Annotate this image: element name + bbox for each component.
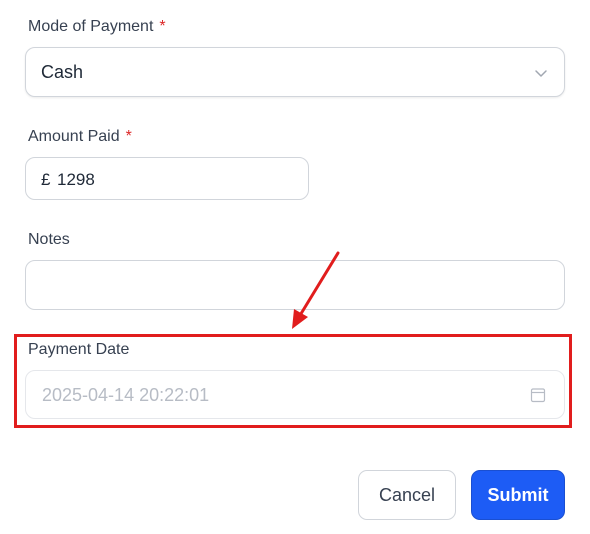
required-indicator: * [159, 18, 166, 35]
amount-paid-label: Amount Paid * [28, 128, 132, 146]
amount-paid-input[interactable]: £ 1298 [25, 157, 309, 200]
submit-button[interactable]: Submit [471, 470, 565, 520]
required-indicator: * [125, 128, 132, 145]
arrow-icon [292, 251, 340, 329]
payment-date-value: 2025-04-14 20:22:01 [42, 385, 210, 405]
calendar-icon[interactable] [530, 387, 546, 403]
notes-label: Notes [28, 231, 70, 248]
mode-of-payment-select[interactable]: Cash [25, 47, 565, 97]
payment-date-input[interactable]: 2025-04-14 20:22:01 [25, 370, 565, 419]
cancel-button[interactable]: Cancel [358, 470, 456, 520]
amount-paid-value: 1298 [57, 170, 95, 189]
payment-date-label: Payment Date [28, 341, 130, 358]
mode-of-payment-value: Cash [41, 62, 84, 82]
chevron-down-icon [535, 70, 547, 77]
mode-of-payment-label-text: Mode of Payment [28, 18, 154, 35]
currency-symbol: £ [41, 170, 51, 189]
mode-of-payment-label: Mode of Payment * [28, 18, 166, 36]
payment-form: Mode of Payment * Cash Amount Paid * £ 129… [0, 0, 590, 534]
amount-paid-label-text: Amount Paid [28, 128, 120, 145]
